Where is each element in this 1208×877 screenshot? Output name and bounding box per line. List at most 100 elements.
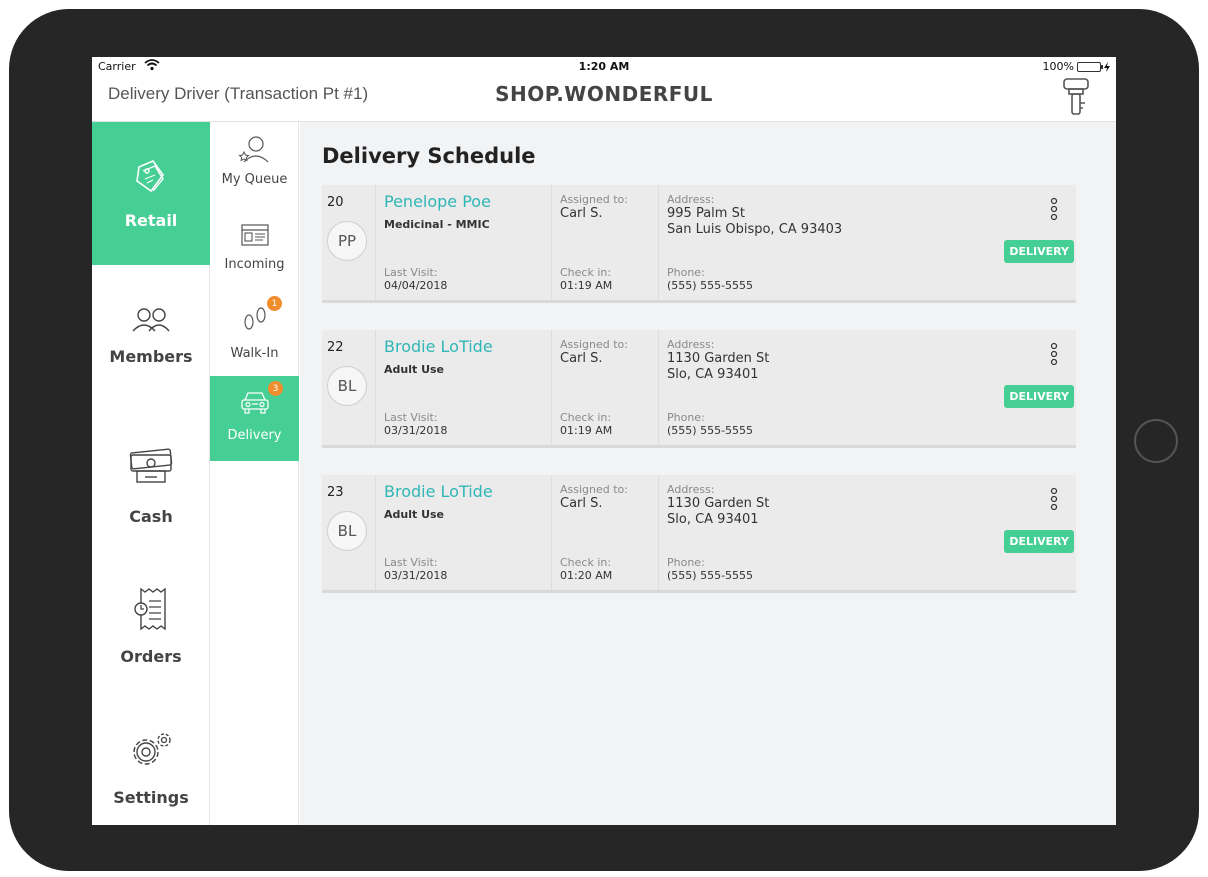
delivery-card[interactable]: 22 BL Brodie LoTide Adult Use Last Visit… xyxy=(322,330,1076,448)
incoming-icon xyxy=(240,224,269,246)
footprint-icon xyxy=(243,307,266,330)
subnav-item-my-queue[interactable]: My Queue xyxy=(210,134,299,187)
nav-label-settings: Settings xyxy=(113,788,189,807)
address-line-2: Slo, CA 93401 xyxy=(667,512,759,527)
last-visit-value: 03/31/2018 xyxy=(384,424,448,437)
assignment-column: Assigned to: Carl S. Check in: 01:19 AM xyxy=(551,330,658,445)
cash-icon xyxy=(129,448,173,483)
subnav-item-delivery[interactable]: Delivery 3 xyxy=(210,376,299,461)
customer-type: Medicinal - MMIC xyxy=(384,218,490,231)
nav-label-members: Members xyxy=(109,347,193,366)
clock: 1:20 AM xyxy=(578,60,630,73)
last-visit-value: 03/31/2018 xyxy=(384,569,448,582)
subnav-label-incoming: Incoming xyxy=(224,257,285,272)
delivery-button[interactable]: DELIVERY xyxy=(1004,530,1074,553)
delivery-button[interactable]: DELIVERY xyxy=(1004,385,1074,408)
app-screen: Carrier 1:20 AM 100% Delivery Driver (Tr… xyxy=(92,57,1116,825)
nav-item-settings[interactable]: Settings xyxy=(92,730,210,807)
order-number: 20 xyxy=(327,195,344,210)
members-icon xyxy=(132,308,170,332)
phone-value: (555) 555-5555 xyxy=(667,279,754,292)
order-number: 22 xyxy=(327,340,344,355)
nav-item-members[interactable]: Members xyxy=(92,307,210,366)
avatar: BL xyxy=(327,366,367,406)
main-nav: Retail Members Cash Orders Settings xyxy=(92,122,210,825)
address-label: Address: xyxy=(667,338,715,351)
address-line-2: Slo, CA 93401 xyxy=(667,367,759,382)
check-in-value: 01:19 AM xyxy=(560,424,613,437)
customer-name[interactable]: Penelope Poe xyxy=(384,192,491,211)
delivery-card[interactable]: 20 PP Penelope Poe Medicinal - MMIC Last… xyxy=(322,185,1076,303)
subnav-item-walk-in[interactable]: Walk-In 1 xyxy=(210,296,299,361)
subnav-label-delivery: Delivery xyxy=(227,428,282,443)
nav-label-orders: Orders xyxy=(120,647,182,666)
address-line-1: 1130 Garden St xyxy=(667,351,770,366)
home-button[interactable] xyxy=(1134,419,1178,463)
sub-nav: My Queue Incoming Walk-In 1 Delivery 3 xyxy=(210,122,299,825)
delivery-schedule-panel: Delivery Schedule 20 PP Penelope Poe Med… xyxy=(300,122,1116,825)
tag-icon xyxy=(136,160,164,193)
delivery-button[interactable]: DELIVERY xyxy=(1004,240,1074,263)
phone-label: Phone: xyxy=(667,556,705,569)
assigned-label: Assigned to: xyxy=(560,483,628,496)
assigned-value: Carl S. xyxy=(560,206,603,221)
battery-percent: 100% xyxy=(1042,60,1074,73)
nav-item-orders[interactable]: Orders xyxy=(92,587,210,666)
assignment-column: Assigned to: Carl S. Check in: 01:20 AM xyxy=(551,475,658,590)
brand-logo: SHOP.WONDERFUL xyxy=(495,82,713,106)
orders-icon xyxy=(134,587,166,631)
customer-column: Brodie LoTide Adult Use Last Visit: 03/3… xyxy=(375,330,551,445)
assigned-label: Assigned to: xyxy=(560,338,628,351)
more-options-icon[interactable] xyxy=(1050,342,1058,372)
app-header: Delivery Driver (Transaction Pt #1) SHOP… xyxy=(92,77,1116,122)
last-visit-label: Last Visit: xyxy=(384,556,438,569)
address-line-1: 1130 Garden St xyxy=(667,496,770,511)
walk-in-count-badge: 1 xyxy=(267,296,282,311)
customer-name[interactable]: Brodie LoTide xyxy=(384,337,493,356)
avatar: PP xyxy=(327,221,367,261)
assigned-value: Carl S. xyxy=(560,496,603,511)
address-column: Address: 1130 Garden St Slo, CA 93401 Ph… xyxy=(658,475,1076,590)
address-line-2: San Luis Obispo, CA 93403 xyxy=(667,222,843,237)
delivery-card[interactable]: 23 BL Brodie LoTide Adult Use Last Visit… xyxy=(322,475,1076,593)
phone-label: Phone: xyxy=(667,411,705,424)
check-in-value: 01:19 AM xyxy=(560,279,613,292)
assigned-label: Assigned to: xyxy=(560,193,628,206)
address-line-1: 995 Palm St xyxy=(667,206,745,221)
check-in-value: 01:20 AM xyxy=(560,569,613,582)
nav-label-cash: Cash xyxy=(129,507,173,526)
car-icon xyxy=(240,392,269,414)
check-in-label: Check in: xyxy=(560,411,612,424)
address-column: Address: 1130 Garden St Slo, CA 93401 Ph… xyxy=(658,330,1076,445)
last-visit-label: Last Visit: xyxy=(384,266,438,279)
customer-name[interactable]: Brodie LoTide xyxy=(384,482,493,501)
customer-column: Penelope Poe Medicinal - MMIC Last Visit… xyxy=(375,185,551,300)
phone-value: (555) 555-5555 xyxy=(667,424,754,437)
last-visit-label: Last Visit: xyxy=(384,411,438,424)
nav-item-cash[interactable]: Cash xyxy=(92,447,210,526)
assigned-value: Carl S. xyxy=(560,351,603,366)
address-column: Address: 995 Palm St San Luis Obispo, CA… xyxy=(658,185,1076,300)
more-options-icon[interactable] xyxy=(1050,197,1058,227)
page-title: Delivery Schedule xyxy=(322,144,536,168)
avatar: BL xyxy=(327,511,367,551)
status-bar: Carrier 1:20 AM 100% xyxy=(92,57,1116,77)
key-icon[interactable] xyxy=(1060,77,1092,121)
charging-icon xyxy=(1104,61,1110,72)
queue-icon xyxy=(237,136,268,163)
nav-label-retail: Retail xyxy=(124,211,178,230)
customer-type: Adult Use xyxy=(384,508,445,521)
assignment-column: Assigned to: Carl S. Check in: 01:19 AM xyxy=(551,185,658,300)
gear-icon xyxy=(133,733,171,765)
last-visit-value: 04/04/2018 xyxy=(384,279,448,292)
check-in-label: Check in: xyxy=(560,556,612,569)
check-in-label: Check in: xyxy=(560,266,612,279)
subnav-item-incoming[interactable]: Incoming xyxy=(210,223,299,272)
battery-icon xyxy=(1077,61,1103,72)
customer-column: Brodie LoTide Adult Use Last Visit: 03/3… xyxy=(375,475,551,590)
phone-value: (555) 555-5555 xyxy=(667,569,754,582)
address-label: Address: xyxy=(667,483,715,496)
more-options-icon[interactable] xyxy=(1050,487,1058,517)
nav-item-retail[interactable]: Retail xyxy=(92,122,210,265)
subnav-label-my-queue: My Queue xyxy=(221,172,288,187)
